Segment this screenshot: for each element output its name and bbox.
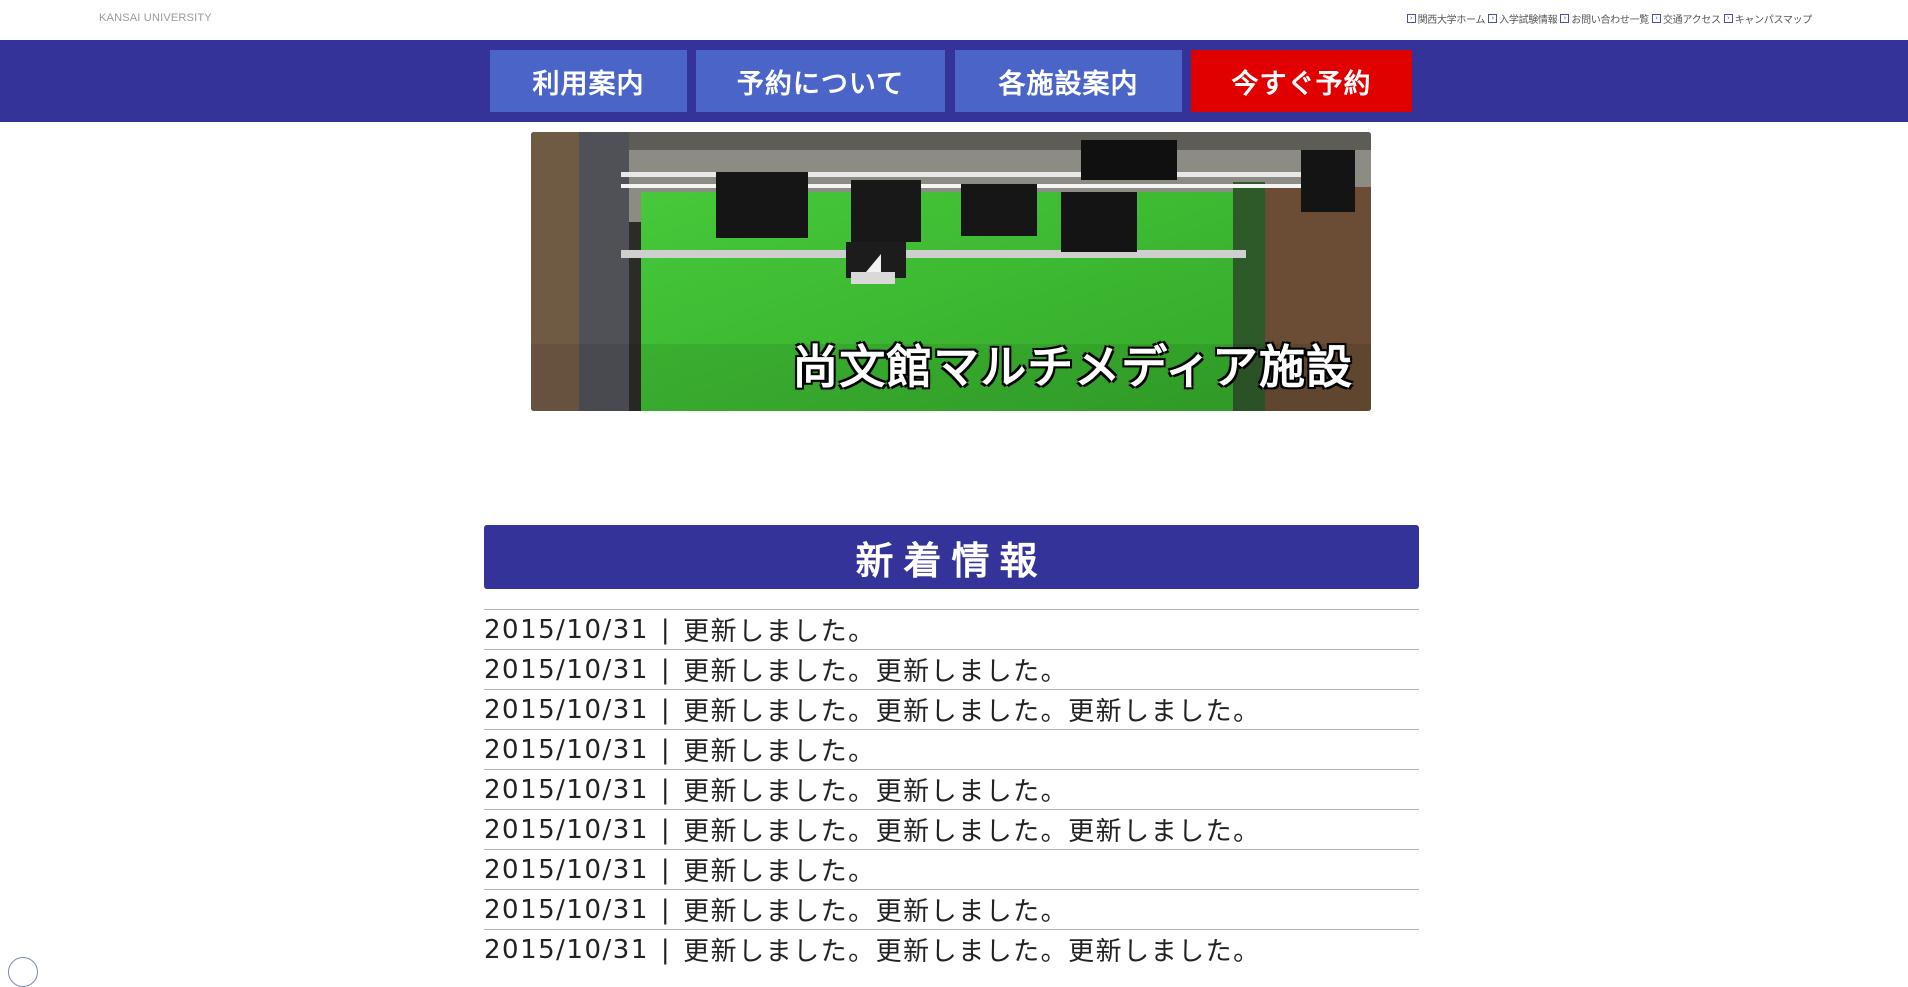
news-date: 2015/10/31 (484, 854, 649, 885)
news-separator: | (660, 934, 672, 965)
news-item[interactable]: 2015/10/31 | 更新しました。更新しました。更新しました。 (484, 689, 1419, 729)
news-date: 2015/10/31 (484, 814, 649, 845)
nav-facilities-button[interactable]: 各施設案内 (955, 50, 1182, 112)
news-date: 2015/10/31 (484, 774, 649, 805)
news-section-title: 新着情報 (484, 525, 1419, 589)
news-date: 2015/10/31 (484, 934, 649, 965)
news-text: 更新しました。更新しました。更新しました。 (683, 697, 1261, 727)
news-list: 2015/10/31 | 更新しました。 2015/10/31 | 更新しました… (484, 609, 1419, 969)
news-item[interactable]: 2015/10/31 | 更新しました。 (484, 729, 1419, 769)
floating-widget[interactable] (8, 957, 38, 987)
news-text: 更新しました。 (683, 617, 876, 647)
news-separator: | (660, 734, 672, 765)
top-link-admissions[interactable]: › 入学試験情報 (1488, 11, 1558, 26)
news-text: 更新しました。 (683, 857, 876, 887)
news-item[interactable]: 2015/10/31 | 更新しました。 (484, 609, 1419, 649)
news-date: 2015/10/31 (484, 614, 649, 645)
top-link-label: お問い合わせ一覧 (1571, 15, 1649, 26)
brand-text: KANSAI UNIVERSITY (99, 12, 212, 24)
news-item[interactable]: 2015/10/31 | 更新しました。更新しました。 (484, 889, 1419, 929)
external-link-icon: › (1723, 14, 1733, 23)
top-link-campus-map[interactable]: › キャンパスマップ (1723, 11, 1813, 26)
news-separator: | (660, 774, 672, 805)
news-text: 更新しました。更新しました。 (683, 657, 1069, 687)
news-item[interactable]: 2015/10/31 | 更新しました。 (484, 849, 1419, 889)
news-separator: | (660, 814, 672, 845)
news-text: 更新しました。 (683, 737, 876, 767)
external-link-icon: › (1651, 14, 1661, 23)
news-separator: | (660, 854, 672, 885)
top-bar: KANSAI UNIVERSITY › 関西大学ホーム › 入学試験情報 › お… (0, 0, 1908, 40)
news-item[interactable]: 2015/10/31 | 更新しました。更新しました。 (484, 769, 1419, 809)
news-separator: | (660, 614, 672, 645)
news-separator: | (660, 894, 672, 925)
top-link-access[interactable]: › 交通アクセス (1651, 11, 1721, 26)
nav-usage-guide-button[interactable]: 利用案内 (490, 50, 687, 112)
external-link-icon: › (1560, 14, 1570, 23)
main-nav: 利用案内 予約について 各施設案内 今すぐ予約 (0, 40, 1908, 122)
news-text: 更新しました。更新しました。 (683, 897, 1069, 927)
reserve-now-button[interactable]: 今すぐ予約 (1191, 50, 1412, 112)
top-link-label: 入学試験情報 (1499, 15, 1558, 26)
top-link-contact[interactable]: › お問い合わせ一覧 (1560, 11, 1649, 26)
news-separator: | (660, 654, 672, 685)
hero-banner: 尚文館マルチメディア施設 (531, 132, 1371, 411)
news-text: 更新しました。更新しました。更新しました。 (683, 817, 1261, 847)
top-link-label: キャンパスマップ (1734, 15, 1813, 26)
nav-reservation-info-button[interactable]: 予約について (696, 50, 945, 112)
top-links: › 関西大学ホーム › 入学試験情報 › お問い合わせ一覧 › 交通アクセス ›… (1406, 11, 1813, 26)
news-date: 2015/10/31 (484, 654, 649, 685)
external-link-icon: › (1406, 14, 1416, 23)
news-separator: | (660, 694, 672, 725)
news-date: 2015/10/31 (484, 694, 649, 725)
news-item[interactable]: 2015/10/31 | 更新しました。更新しました。 (484, 649, 1419, 689)
top-link-home[interactable]: › 関西大学ホーム (1406, 11, 1486, 26)
news-text: 更新しました。更新しました。更新しました。 (683, 937, 1261, 967)
top-link-label: 関西大学ホーム (1417, 15, 1486, 26)
hero-caption: 尚文館マルチメディア施設 (792, 340, 1353, 394)
news-item[interactable]: 2015/10/31 | 更新しました。更新しました。更新しました。 (484, 809, 1419, 849)
news-item[interactable]: 2015/10/31 | 更新しました。更新しました。更新しました。 (484, 929, 1419, 969)
external-link-icon: › (1488, 14, 1498, 23)
top-link-label: 交通アクセス (1662, 15, 1721, 26)
news-text: 更新しました。更新しました。 (683, 777, 1069, 807)
news-date: 2015/10/31 (484, 894, 649, 925)
news-date: 2015/10/31 (484, 734, 649, 765)
